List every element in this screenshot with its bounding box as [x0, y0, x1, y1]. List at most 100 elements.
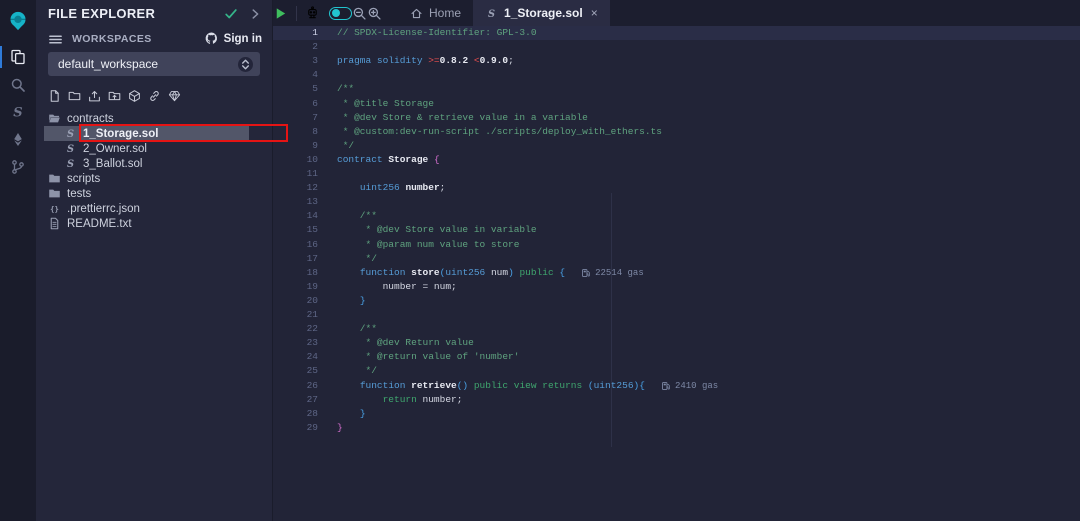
tab-label: 1_Storage.sol — [504, 6, 583, 20]
code-line-19: 19 number = num; — [273, 280, 1080, 294]
editor-area: HomeS1_Storage.sol× 1// SPDX-License-Ide… — [273, 0, 1080, 521]
line-number: 23 — [273, 336, 318, 350]
box-button[interactable] — [127, 88, 141, 103]
remix-logo-icon — [7, 10, 29, 32]
line-number: 18 — [273, 266, 318, 280]
tree-item-README.txt[interactable]: README.txt — [36, 216, 273, 231]
link-button[interactable] — [147, 88, 161, 103]
svg-text:S: S — [67, 159, 74, 170]
svg-text:S: S — [488, 9, 495, 20]
gem-button[interactable] — [167, 88, 181, 103]
code-line-7: 7 * @dev Store & retrieve value in a var… — [273, 111, 1080, 125]
ai-copilot-toggle[interactable] — [329, 7, 352, 20]
sidebar-file-explorer-button[interactable] — [0, 44, 36, 70]
code-line-13: 13 — [273, 195, 1080, 209]
solidity-icon: S — [64, 157, 77, 170]
code-text: // SPDX-License-Identifier: GPL-3.0 — [337, 26, 537, 40]
line-number: 19 — [273, 280, 318, 294]
tree-item-scripts[interactable]: scripts — [36, 171, 273, 186]
editor-tabbar: Home S 1_Storage.sol × — [273, 0, 1080, 26]
close-tab-icon[interactable]: × — [591, 6, 598, 20]
gas-estimate: 2410 gas — [661, 379, 718, 393]
code-text: */ — [337, 364, 377, 378]
code-text: return number; — [337, 393, 462, 407]
create-file-button[interactable] — [47, 88, 61, 103]
code-line-10: 10contract Storage { — [273, 153, 1080, 167]
tree-item-3_Ballot.sol[interactable]: S 3_Ballot.sol — [36, 156, 273, 171]
deploy-run-icon — [10, 132, 26, 148]
code-text: } — [337, 421, 343, 435]
zoom-in-button[interactable] — [367, 6, 382, 21]
file-label: .prettierrc.json — [67, 203, 140, 215]
solidity-icon: S — [64, 142, 77, 155]
tree-item-.prettierrc.json[interactable]: {} .prettierrc.json — [36, 201, 273, 216]
code-line-25: 25 */ — [273, 364, 1080, 378]
folder-icon — [48, 172, 61, 185]
line-number: 2 — [273, 40, 318, 54]
check-icon[interactable] — [224, 7, 238, 21]
upload-file-button[interactable] — [87, 88, 101, 103]
sidebar-remix-logo-button[interactable] — [0, 8, 36, 34]
tab-Home[interactable]: Home — [398, 0, 473, 26]
svg-text:S: S — [67, 144, 74, 155]
toggle-knob — [332, 9, 340, 17]
sign-in-label: Sign in — [224, 33, 262, 45]
run-button[interactable] — [273, 6, 288, 21]
sidebar-search-button[interactable] — [0, 72, 36, 98]
upload-folder-button[interactable] — [107, 88, 121, 103]
zoom-in-icon — [367, 6, 382, 21]
line-number: 4 — [273, 68, 318, 82]
file-label: 1_Storage.sol — [83, 128, 158, 140]
code-line-8: 8 * @custom:dev-run-script ./scripts/dep… — [273, 125, 1080, 139]
gas-pump-icon — [661, 381, 671, 391]
file-tree: contractsS1_Storage.solS2_Owner.solS3_Ba… — [36, 111, 273, 231]
sidebar-git-button[interactable] — [0, 154, 36, 180]
file-label: README.txt — [67, 218, 132, 230]
sidebar-solidity-compiler-button[interactable]: S — [0, 99, 36, 125]
file-explorer-icon — [10, 49, 26, 65]
code-text: number = num; — [337, 280, 457, 294]
code-text: */ — [337, 139, 354, 153]
code-text: function store(uint256 num) public {2251… — [337, 266, 644, 280]
line-number: 29 — [273, 421, 318, 435]
hamburger-menu-icon[interactable] — [48, 32, 63, 47]
panel-title: FILE EXPLORER — [48, 6, 155, 21]
tab-1_Storage.sol[interactable]: S 1_Storage.sol × — [473, 0, 610, 26]
file-label: 3_Ballot.sol — [83, 158, 142, 170]
file-toolbar — [47, 88, 181, 103]
tree-item-tests[interactable]: tests — [36, 186, 273, 201]
ai-assistant-button[interactable] — [305, 6, 320, 21]
create-folder-icon — [68, 89, 81, 103]
line-number: 11 — [273, 167, 318, 181]
code-text: * @param num value to store — [337, 238, 519, 252]
code-line-27: 27 return number; — [273, 393, 1080, 407]
tree-item-2_Owner.sol[interactable]: S2_Owner.sol — [36, 141, 273, 156]
zoom-out-icon — [352, 6, 367, 21]
code-text: } — [337, 407, 366, 421]
workspaces-row: WORKSPACES Sign in — [36, 31, 272, 49]
sign-in-button[interactable]: Sign in — [204, 31, 262, 46]
line-number: 28 — [273, 407, 318, 421]
zoom-out-button[interactable] — [352, 6, 367, 21]
code-text: pragma solidity >=0.8.2 <0.9.0; — [337, 54, 514, 68]
remix-ide-window: S FILE EXPLORER WORKSPACES Sign in defau… — [0, 0, 1080, 521]
code-text: * @dev Return value — [337, 336, 474, 350]
chevron-right-icon[interactable] — [248, 7, 262, 21]
line-number: 14 — [273, 209, 318, 223]
line-number: 27 — [273, 393, 318, 407]
code-line-23: 23 * @dev Return value — [273, 336, 1080, 350]
code-text: * @custom:dev-run-script ./scripts/deplo… — [337, 125, 662, 139]
git-icon — [10, 159, 26, 175]
svg-text:{}: {} — [50, 204, 59, 213]
tree-item-contracts[interactable]: contracts — [36, 111, 273, 126]
ai-assistant-icon — [305, 6, 320, 21]
file-label: scripts — [67, 173, 100, 185]
sidebar-deploy-run-button[interactable] — [0, 127, 36, 153]
tab-label: Home — [429, 6, 461, 20]
workspace-dropdown[interactable]: default_workspace — [48, 52, 260, 76]
upload-folder-icon — [108, 89, 121, 103]
create-folder-button[interactable] — [67, 88, 81, 103]
code-editor[interactable]: 1// SPDX-License-Identifier: GPL-3.023pr… — [273, 26, 1080, 521]
tree-item-1_Storage.sol[interactable]: S1_Storage.sol — [44, 126, 249, 141]
code-line-18: 18 function store(uint256 num) public {2… — [273, 266, 1080, 280]
